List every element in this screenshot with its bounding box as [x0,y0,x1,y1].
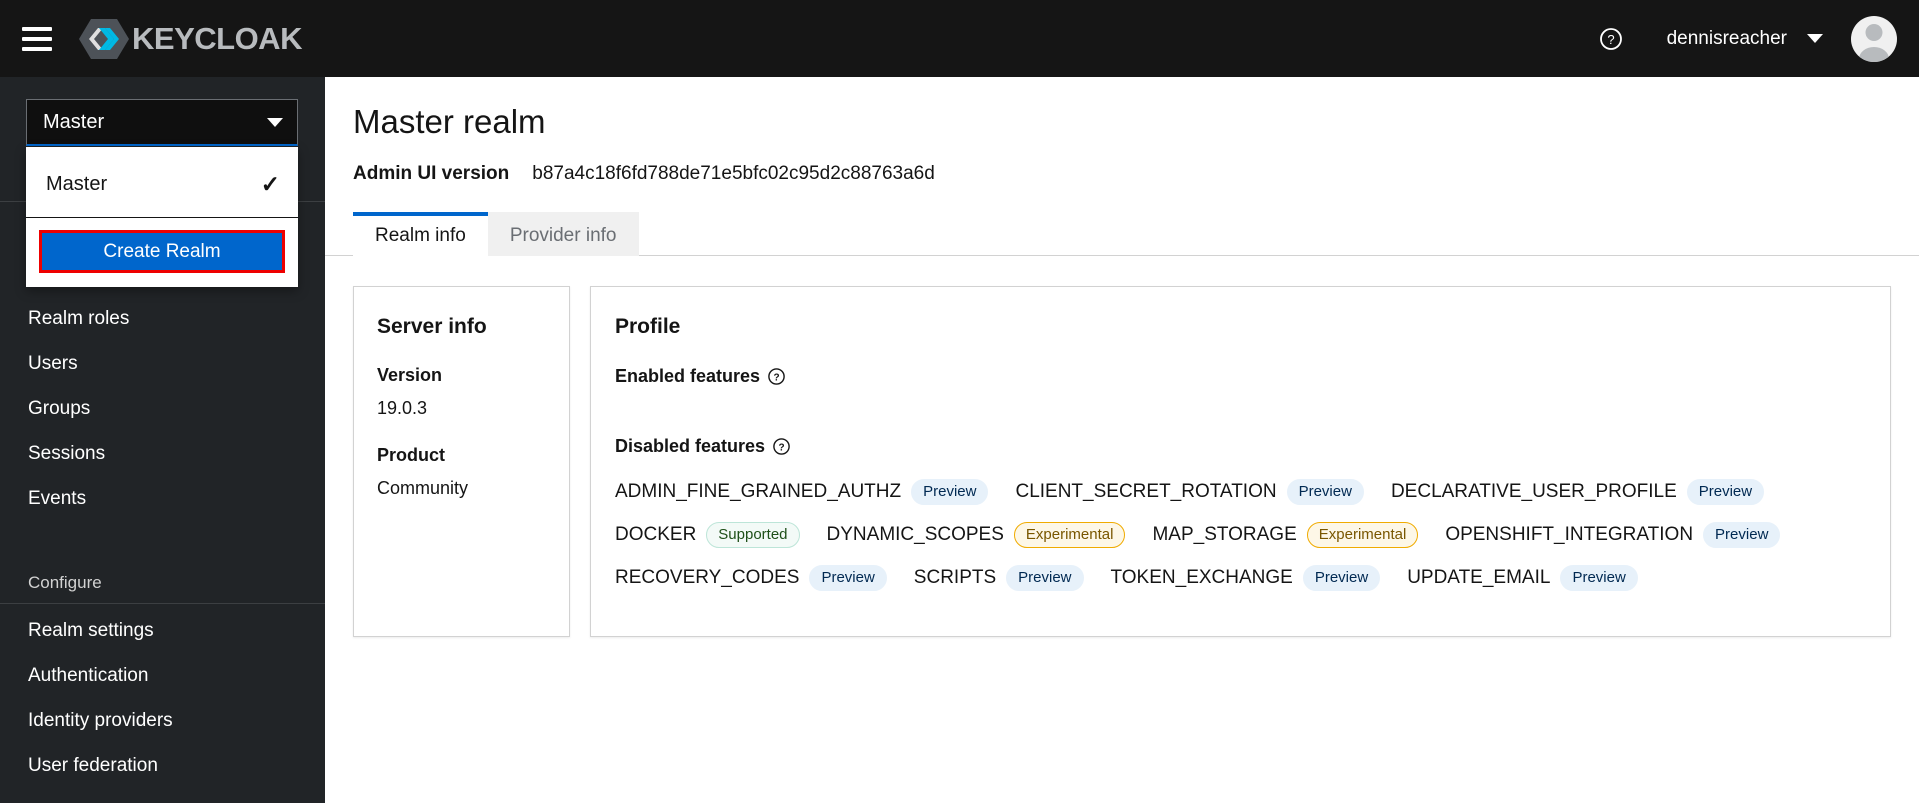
svg-text:?: ? [779,442,785,453]
enabled-features-list [615,387,1890,409]
check-icon: ✓ [260,170,280,197]
realm-selector-value: Master [43,110,105,133]
server-version-label: Version [377,365,443,385]
feature-badge-preview: Preview [1560,565,1638,591]
feature-name: UPDATE_EMAIL [1407,567,1551,588]
feature-badge-preview: Preview [1703,522,1781,548]
feature-item: OPENSHIFT_INTEGRATION Preview [1445,522,1781,548]
feature-item: DOCKER Supported [615,522,800,548]
feature-item: TOKEN_EXCHANGE Preview [1111,565,1381,591]
feature-item: UPDATE_EMAIL Preview [1407,565,1638,591]
tab-provider-info[interactable]: Provider info [487,212,639,256]
feature-item: MAP_STORAGE Experimental [1152,522,1419,548]
nav-section-title-configure: Configure [28,573,102,592]
feature-badge-preview: Preview [911,479,989,505]
server-product-label: Product [377,445,446,465]
chevron-down-icon[interactable] [1807,34,1823,43]
feature-item: CLIENT_SECRET_ROTATION Preview [1015,479,1364,505]
feature-badge-preview: Preview [1006,565,1084,591]
user-name-label[interactable]: dennisreacher [1667,28,1787,50]
sidebar-item-events[interactable]: Events [0,476,325,521]
caret-down-icon [267,117,283,127]
realm-selector-toggle[interactable]: Master [26,99,298,146]
brand-name: KEYCLOAK [132,20,302,56]
admin-ui-version: Admin UI version b87a4c18f6fd788de71e5bf… [353,163,1919,185]
create-realm-wrapper: Create Realm [26,218,298,277]
feature-name: TOKEN_EXCHANGE [1110,567,1293,588]
sidebar-item-authentication[interactable]: Authentication [0,653,325,698]
sidebar-item-identity-providers[interactable]: Identity providers [0,698,325,743]
avatar[interactable] [1851,15,1897,62]
feature-badge-preview: Preview [1286,479,1364,505]
feature-item: DECLARATIVE_USER_PROFILE Preview [1390,479,1765,505]
feature-item: RECOVERY_CODES Preview [615,565,887,591]
feature-name: MAP_STORAGE [1152,524,1297,545]
sidebar-item-sessions[interactable]: Sessions [0,431,325,476]
profile-card: Profile Enabled features ? Disabled feat… [590,286,1891,637]
feature-row: RECOVERY_CODES Preview SCRIPTS Preview TOKEN… [615,565,1890,591]
disabled-features-text: Disabled features [615,436,766,456]
feature-badge-supported: Supported [706,522,800,548]
feature-name: OPENSHIFT_INTEGRATION [1445,524,1694,545]
keycloak-logo-icon [78,17,130,61]
page-header: Master realm Admin UI version b87a4c18f6… [325,77,1919,185]
brand-logo[interactable]: KEYCLOAK [78,0,302,77]
disabled-features-list: ADMIN_FINE_GRAINED_AUTHZ Preview CLIENT_SE… [615,479,1890,591]
sidebar-item-users[interactable]: Users [0,341,325,386]
admin-ui-version-label: Admin UI version [353,163,510,184]
svg-text:?: ? [773,372,779,383]
realm-menu-item-label: Master [46,172,108,195]
feature-name: DECLARATIVE_USER_PROFILE [1390,481,1677,502]
server-product-value: Community [377,478,469,498]
feature-row: ADMIN_FINE_GRAINED_AUTHZ Preview CLIENT_SE… [615,479,1890,505]
keycloak-admin-console: KEYCLOAK ? dennisreacher Master Manage [0,0,1919,803]
feature-name: SCRIPTS [913,567,997,588]
realm-selector-menu: Master ✓ Create Realm [26,147,298,287]
page-title: Master realm [353,103,546,140]
feature-name: DYNAMIC_SCOPES [826,524,1004,545]
profile-title: Profile [615,315,681,338]
feature-name: RECOVERY_CODES [615,567,800,588]
feature-badge-preview: Preview [1686,479,1765,505]
feature-badge-preview: Preview [809,565,887,591]
help-circle-icon[interactable]: ? [1589,17,1633,61]
main-content: Master realm Admin UI version b87a4c18f6… [325,77,1919,803]
server-info-title: Server info [377,315,487,338]
masthead-toolbar: ? dennisreacher [1589,0,1919,77]
help-circle-icon[interactable]: ? [773,438,790,455]
feature-badge-preview: Preview [1302,565,1381,591]
feature-name: ADMIN_FINE_GRAINED_AUTHZ [615,481,902,502]
realm-menu-item-master[interactable]: Master ✓ [26,155,298,213]
feature-name: CLIENT_SECRET_ROTATION [1015,481,1277,502]
masthead: KEYCLOAK ? dennisreacher [0,0,1919,77]
tab-realm-info[interactable]: Realm info [353,212,488,256]
server-info-card: Server info Version 19.0.3 Product Commu… [353,286,570,637]
feature-badge-experimental: Experimental [1013,522,1126,548]
create-realm-button[interactable]: Create Realm [39,230,285,273]
sidebar-item-user-federation[interactable]: User federation [0,743,325,788]
feature-row: DOCKER Supported DYNAMIC_SCOPES Experimenta… [615,522,1890,548]
feature-item: DYNAMIC_SCOPES Experimental [827,522,1126,548]
enabled-features-label: Enabled features ? [615,366,1890,387]
sidebar-item-realm-roles[interactable]: Realm roles [0,296,325,341]
feature-name: DOCKER [615,524,697,545]
sidebar-item-realm-settings[interactable]: Realm settings [0,608,325,653]
tab-bar: Realm info Provider info [325,212,1919,256]
svg-text:?: ? [1607,32,1614,47]
nav-divider [0,603,325,604]
content-cards: Server info Version 19.0.3 Product Commu… [325,256,1919,637]
enabled-features-text: Enabled features [615,366,761,386]
server-version-value: 19.0.3 [377,398,428,418]
sidebar-item-groups[interactable]: Groups [0,386,325,431]
disabled-features-label: Disabled features ? [615,436,1890,457]
hamburger-menu-icon[interactable] [22,26,52,51]
feature-item: SCRIPTS Preview [914,565,1084,591]
help-circle-icon[interactable]: ? [768,368,785,385]
sidebar: Master Manage Clients Client scopes Real… [0,77,325,803]
feature-item: ADMIN_FINE_GRAINED_AUTHZ Preview [615,479,989,505]
realm-selector: Master [0,77,325,146]
feature-badge-experimental: Experimental [1306,522,1419,548]
admin-ui-version-value: b87a4c18f6fd788de71e5bfc02c95d2c88763a6d [532,163,935,184]
